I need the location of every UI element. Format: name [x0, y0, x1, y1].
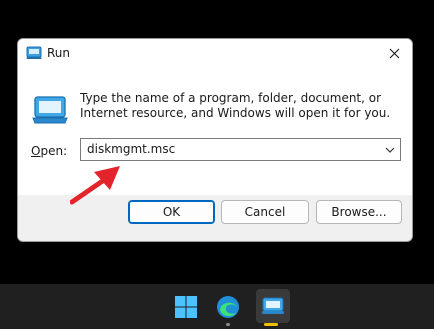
ok-button[interactable]: OK [128, 200, 215, 224]
dialog-description: Type the name of a program, folder, docu… [80, 91, 391, 120]
windows-start-icon[interactable] [172, 293, 200, 321]
active-app-indicator [264, 323, 278, 326]
taskbar [0, 284, 434, 329]
close-icon [389, 48, 399, 58]
open-label-text: pen: [40, 144, 68, 158]
browse-button[interactable]: Browse... [316, 200, 402, 224]
run-icon [262, 297, 284, 314]
dialog-title: Run [47, 46, 71, 60]
open-combobox[interactable]: diskmgmt.msc [80, 138, 401, 161]
open-input[interactable]: diskmgmt.msc [87, 142, 175, 156]
open-label: Open: [31, 144, 67, 158]
title-bar[interactable]: Run [18, 39, 412, 67]
edge-running-indicator [226, 323, 230, 326]
chevron-down-icon[interactable] [384, 144, 396, 156]
annotation-arrow-icon [70, 166, 120, 205]
edge-browser-icon[interactable] [214, 293, 242, 321]
close-button[interactable] [376, 39, 412, 67]
run-taskbar-button[interactable] [256, 289, 290, 323]
run-program-icon [32, 96, 68, 124]
run-dialog: Run Type the name of a program, folder, … [17, 38, 413, 242]
cancel-button[interactable]: Cancel [221, 200, 309, 224]
run-icon [26, 46, 42, 59]
